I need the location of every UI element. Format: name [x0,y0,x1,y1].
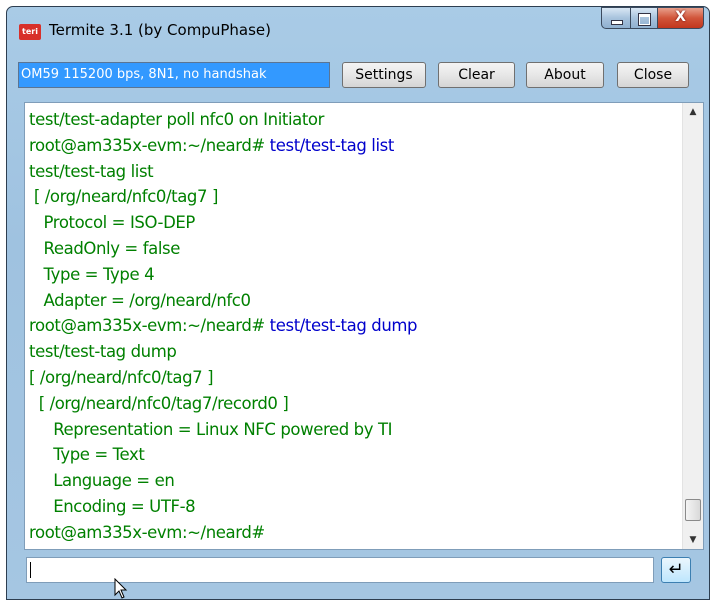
scroll-up-arrow-icon[interactable]: ▲ [683,103,703,121]
maximize-icon [638,13,651,26]
terminal-line: test/test-adapter poll nfc0 on Initiator [29,107,679,133]
terminal-line: Type = Type 4 [29,262,679,288]
termite-app-icon[interactable]: teri [19,24,41,40]
shell-command: test/test-tag dump [269,316,418,336]
text-caret [30,562,31,578]
send-button[interactable]: ↵ [661,557,691,583]
terminal-line: Language = en [29,468,679,494]
output-text: [ /org/neard/nfc0/tag7 ] [29,187,219,207]
port-settings-field[interactable]: OM59 115200 bps, 8N1, no handshak [18,62,330,88]
terminal-line: root@am335x-evm:~/neard# [29,520,679,546]
output-text: test/test-tag dump [29,342,177,362]
enter-return-icon: ↵ [668,559,684,580]
shell-prompt: root@am335x-evm:~/neard# [29,135,270,155]
output-text: Encoding = UTF-8 [29,496,196,516]
close-button[interactable]: Close [617,62,689,88]
output-text: [ /org/neard/nfc0/tag7/record0 ] [29,393,289,413]
terminal-line: root@am335x-evm:~/neard# test/test-tag d… [29,313,679,339]
terminal-line: [ /org/neard/nfc0/tag7 ] [29,365,679,391]
output-text: test/test-tag list [29,161,154,181]
window-title: Termite 3.1 (by CompuPhase) [49,21,271,39]
output-text: [ /org/neard/nfc0/tag7 ] [29,367,214,387]
caption-buttons: X [601,7,704,29]
terminal-line: test/test-tag dump [29,339,679,365]
terminal-output[interactable]: test/test-adapter poll nfc0 on Initiator… [24,102,704,550]
output-text: Type = Type 4 [29,264,155,284]
output-text: ReadOnly = false [29,238,181,258]
vertical-scrollbar[interactable]: ▲ ▼ [682,103,703,549]
output-text: Representation = Linux NFC powered by TI [29,419,393,439]
output-text: test/test-adapter poll nfc0 on Initiator [29,110,324,129]
shell-command: test/test-tag list [269,135,395,155]
minimize-button[interactable] [601,7,630,29]
terminal-line: Encoding = UTF-8 [29,494,679,520]
settings-button[interactable]: Settings [342,62,426,88]
close-window-button[interactable]: X [657,7,704,29]
terminal-lines: test/test-adapter poll nfc0 on Initiator… [29,107,679,546]
terminal-line: Adapter = /org/neard/nfc0 [29,288,679,314]
shell-prompt: root@am335x-evm:~/neard# [29,522,265,542]
terminal-line: ReadOnly = false [29,236,679,262]
clear-button[interactable]: Clear [438,62,515,88]
toolbar: OM59 115200 bps, 8N1, no handshak Settin… [18,62,704,90]
terminal-line: root@am335x-evm:~/neard# test/test-tag l… [29,133,679,159]
output-text: Type = Text [29,445,145,465]
about-button[interactable]: About [526,62,604,88]
maximize-button[interactable] [630,7,657,29]
terminal-line: Representation = Linux NFC powered by TI [29,417,679,443]
output-text: Protocol = ISO-DEP [29,213,196,233]
terminal-line: [ /org/neard/nfc0/tag7/record0 ] [29,391,679,417]
terminal-line: [ /org/neard/nfc0/tag7 ] [29,184,679,210]
output-text: Adapter = /org/neard/nfc0 [29,290,251,310]
terminal-line: test/test-tag list [29,159,679,185]
output-text: Language = en [29,471,175,491]
terminal-line: Type = Text [29,442,679,468]
scroll-thumb[interactable] [685,499,701,521]
close-icon: X [675,9,686,25]
shell-prompt: root@am335x-evm:~/neard# [29,316,270,336]
scroll-down-arrow-icon[interactable]: ▼ [683,531,703,549]
minimize-icon [611,20,623,25]
terminal-line: Protocol = ISO-DEP [29,210,679,236]
